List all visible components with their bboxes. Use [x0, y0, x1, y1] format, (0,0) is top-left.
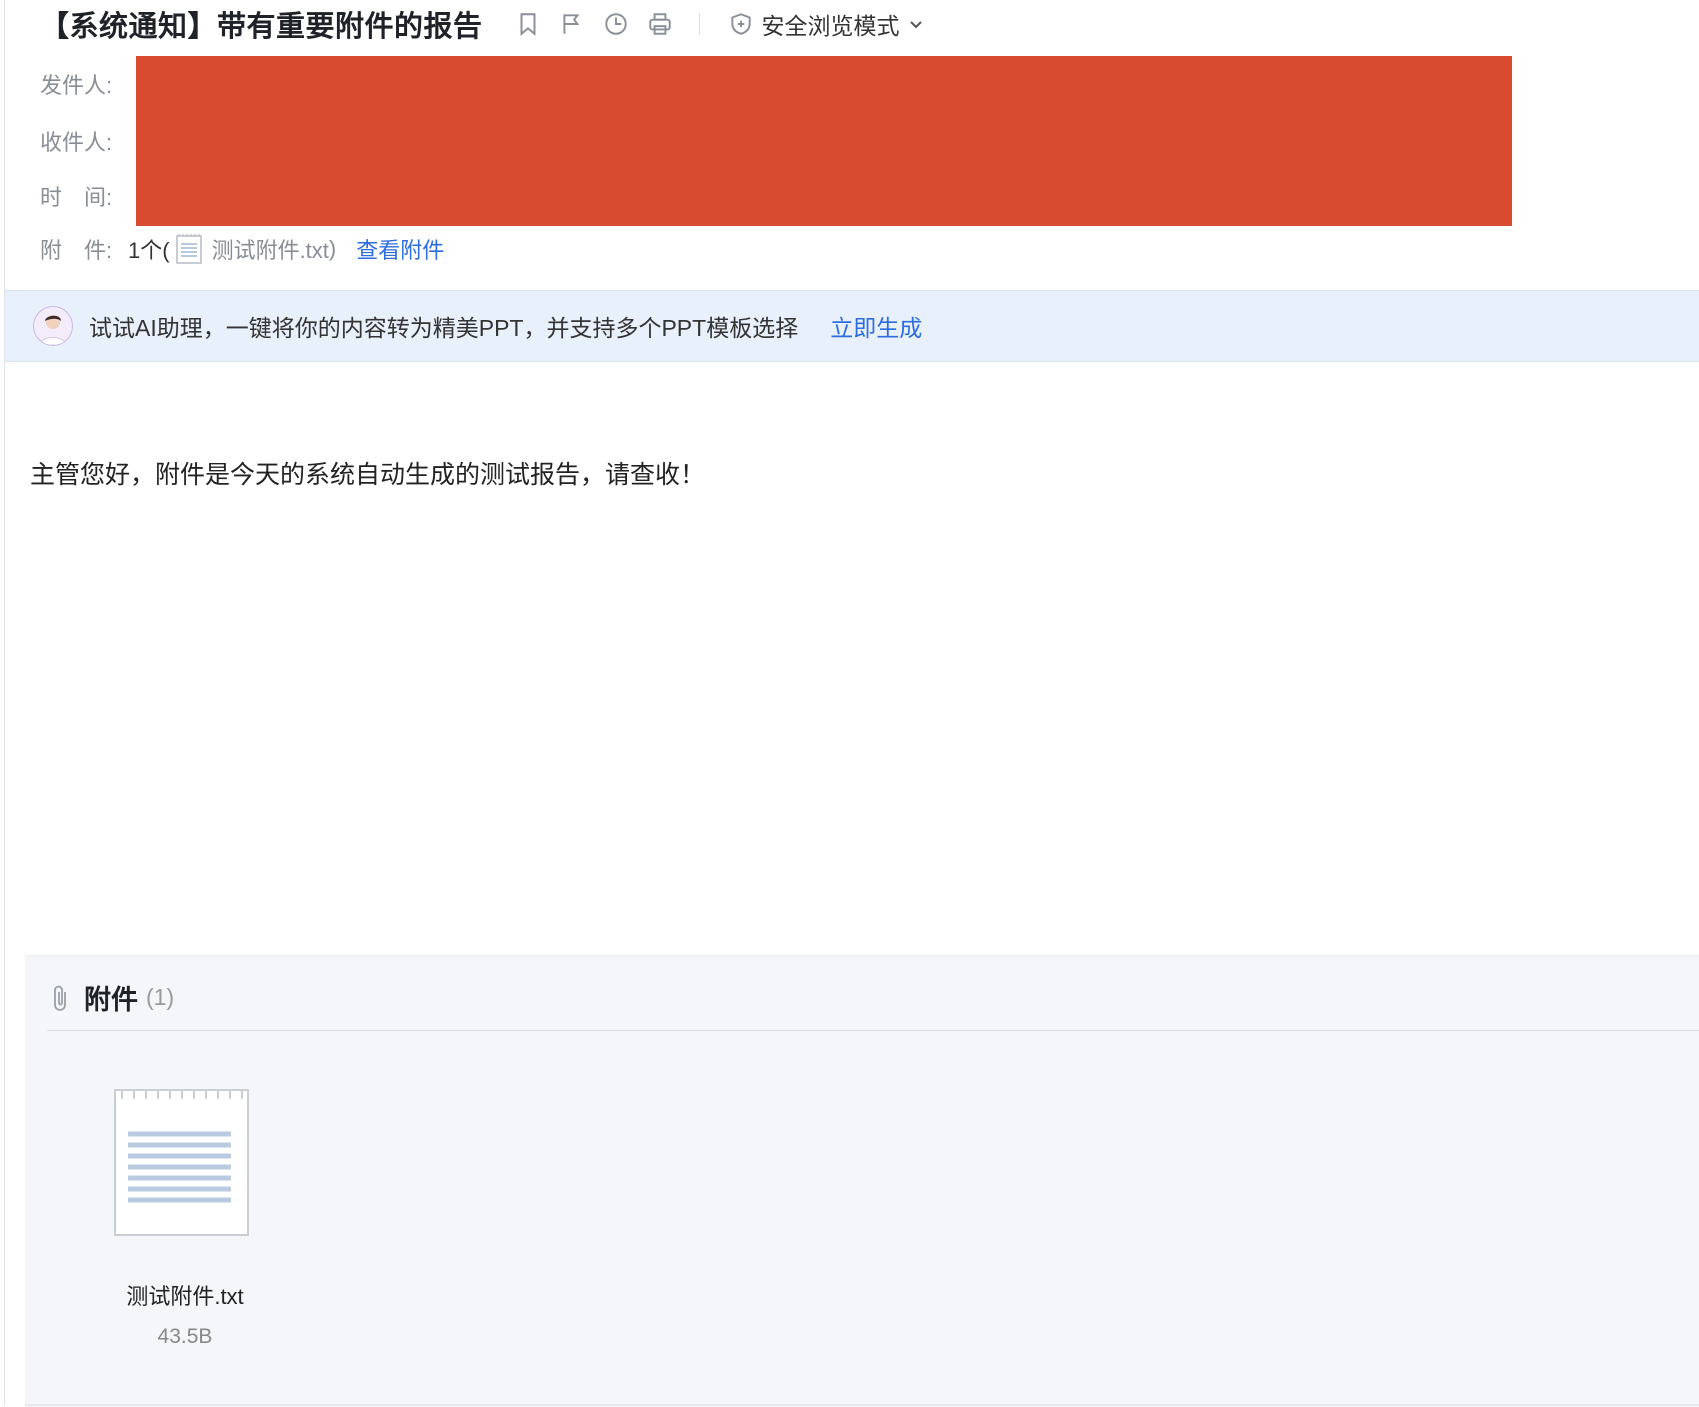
- recipient-row: 收件人:: [40, 121, 128, 161]
- attachments-title: 附件: [84, 985, 138, 1015]
- clock-icon[interactable]: [601, 9, 631, 39]
- attachments-panel: 附件 (1) 测试附件.txt 43.5B: [25, 955, 1699, 1407]
- mail-subject: 【系统通知】带有重要附件的报告: [40, 11, 483, 43]
- text-file-icon: [175, 234, 202, 264]
- attachment-inline-suffix: ): [328, 236, 337, 261]
- text-file-icon: [114, 1089, 249, 1236]
- attachment-row: 附 件: 1个( 测试附件.txt ) 查看附件: [40, 229, 444, 269]
- generate-now-link[interactable]: 立即生成: [830, 309, 922, 343]
- time-row: 时 间:: [40, 176, 128, 216]
- attachments-count: (1): [146, 984, 175, 1010]
- attachment-file-name: 测试附件.txt: [126, 1284, 244, 1309]
- safe-browsing-toggle[interactable]: 安全浏览模式: [728, 7, 924, 41]
- attachment-file-size: 43.5B: [157, 1325, 213, 1348]
- attachment-card[interactable]: 测试附件.txt 43.5B: [95, 1086, 275, 1349]
- attachments-divider: [47, 1030, 1699, 1031]
- attachment-inline-name[interactable]: 测试附件.txt: [212, 233, 329, 265]
- bookmark-icon[interactable]: [513, 9, 543, 39]
- attachment-count: 1个(: [128, 238, 170, 263]
- print-icon[interactable]: [645, 9, 675, 39]
- recipient-label: 收件人:: [40, 130, 113, 155]
- mail-body-text: 主管您好，附件是今天的系统自动生成的测试报告，请查收！: [30, 460, 706, 489]
- chevron-down-icon: [909, 21, 922, 29]
- attachments-panel-header: 附件 (1): [50, 978, 174, 1017]
- sender-row: 发件人:: [40, 64, 128, 104]
- attachment-summary: 1个( 测试附件.txt ) 查看附件: [128, 233, 444, 265]
- safe-browsing-label: 安全浏览模式: [761, 13, 900, 39]
- attachment-label: 附 件:: [40, 238, 113, 263]
- subject-toolbar: 安全浏览模式: [513, 7, 924, 41]
- redaction-block: [136, 56, 1512, 226]
- title-row: 【系统通知】带有重要附件的报告 安全浏览模式: [40, 0, 924, 48]
- view-attachment-link[interactable]: 查看附件: [356, 233, 444, 265]
- shield-icon: [730, 13, 751, 35]
- paperclip-icon: [54, 985, 66, 1011]
- flag-icon[interactable]: [557, 9, 587, 39]
- sender-label: 发件人:: [40, 73, 113, 98]
- toolbar-divider: [698, 13, 700, 35]
- mail-header: 【系统通知】带有重要附件的报告 安全浏览模式 发件人: 收件人: 时 间: 附 …: [0, 0, 1699, 290]
- avatar: [33, 306, 73, 346]
- ai-assistant-banner: 试试AI助理，一键将你的内容转为精美PPT，并支持多个PPT模板选择 立即生成: [5, 290, 1699, 362]
- ai-banner-text: 试试AI助理，一键将你的内容转为精美PPT，并支持多个PPT模板选择: [89, 315, 799, 341]
- time-label: 时 间:: [40, 185, 113, 210]
